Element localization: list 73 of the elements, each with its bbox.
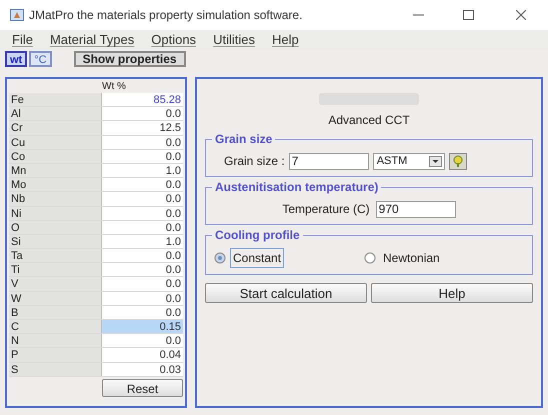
field-label: Grain size : [224,153,285,170]
caret-icon [428,156,442,166]
show-properties-button[interactable]: Show properties [74,51,186,67]
value-cell[interactable]: 0.03 [102,362,183,376]
element-cell: S [9,362,102,376]
element-cell: Fe [9,93,102,106]
value-cell[interactable]: 0.0 [102,192,183,206]
reset-button[interactable]: Reset [102,378,183,397]
value-cell[interactable]: 1.0 [102,164,183,178]
unit-dropdown[interactable]: ASTM [372,152,445,170]
value-cell[interactable]: 0.0 [102,220,183,234]
value-cell[interactable]: 0.0 [102,206,183,220]
menu-item[interactable]: Help [272,30,299,50]
unit-toggle[interactable]: °C [29,51,52,67]
group-title: Cooling profile [212,228,303,242]
value-cell[interactable]: 0.0 [102,150,183,163]
value-cell[interactable]: 0.0 [102,178,183,192]
value-cell[interactable]: 0.0 [102,107,183,120]
element-cell: O [9,220,102,234]
group-title: Grain size [212,132,276,146]
element-cell: Mn [9,164,102,178]
element-cell: Al [9,107,102,120]
close-icon[interactable] [516,10,526,20]
value-cell[interactable]: 0.0 [102,334,183,348]
value-cell[interactable]: 85.28 [102,93,183,106]
value-cell[interactable]: 0.0 [102,136,183,149]
element-cell: N [9,334,102,348]
element-cell: P [9,348,102,362]
window-title: JMatPro the materials property simulation software. [29,7,302,24]
unit-toggle[interactable]: wt [5,51,28,67]
value-cell[interactable]: 0.04 [102,348,183,362]
menu-item[interactable]: Material Types [50,30,134,50]
element-cell: Mo [9,178,102,192]
value-cell[interactable]: 0.0 [102,277,183,291]
element-cell: Ta [9,249,102,262]
minimize-icon[interactable] [413,14,424,16]
value-cell[interactable]: 0.0 [102,249,183,262]
value-cell[interactable]: 0.0 [102,263,183,276]
app-icon [10,9,24,21]
element-cell: Cr [9,121,102,135]
help-icon[interactable] [448,152,467,170]
grain-size-field[interactable]: 7 [288,152,369,170]
value-cell[interactable]: 0.0 [102,306,183,319]
start-calculation-button[interactable]: Start calculation [205,283,367,303]
column-header: Wt % [102,81,126,93]
help-button[interactable]: Help [371,283,533,303]
element-cell: Ti [9,263,102,276]
value-cell[interactable]: 12.5 [102,121,183,135]
maximize-icon[interactable] [463,10,474,20]
temperature-field[interactable]: 970 [376,200,456,218]
element-cell: V [9,277,102,291]
menu-item[interactable]: Options [151,30,196,50]
radio-button[interactable] [364,252,376,264]
field-label: Temperature (C) [282,201,370,218]
menu-item[interactable]: Utilities [213,30,255,50]
element-cell: C [9,320,102,334]
dropdown-value: ASTM [376,154,408,169]
radio-label[interactable]: Constant [230,248,284,268]
element-cell: Co [9,150,102,163]
value-cell[interactable]: 0.0 [102,292,183,305]
menu-item[interactable]: File [12,30,33,50]
element-cell: B [9,306,102,319]
element-cell: W [9,292,102,305]
panel-heading: Advanced CCT [328,112,410,129]
element-cell: Ni [9,206,102,220]
group-title: Austenitisation temperature) [212,180,382,194]
radio-label[interactable]: Newtonian [380,248,443,268]
element-cell: Cu [9,136,102,149]
element-cell: Nb [9,192,102,206]
value-cell[interactable]: 0.15 [102,320,183,334]
radio-button[interactable] [214,252,226,264]
value-cell[interactable]: 1.0 [102,234,183,248]
element-cell: Si [9,234,102,248]
